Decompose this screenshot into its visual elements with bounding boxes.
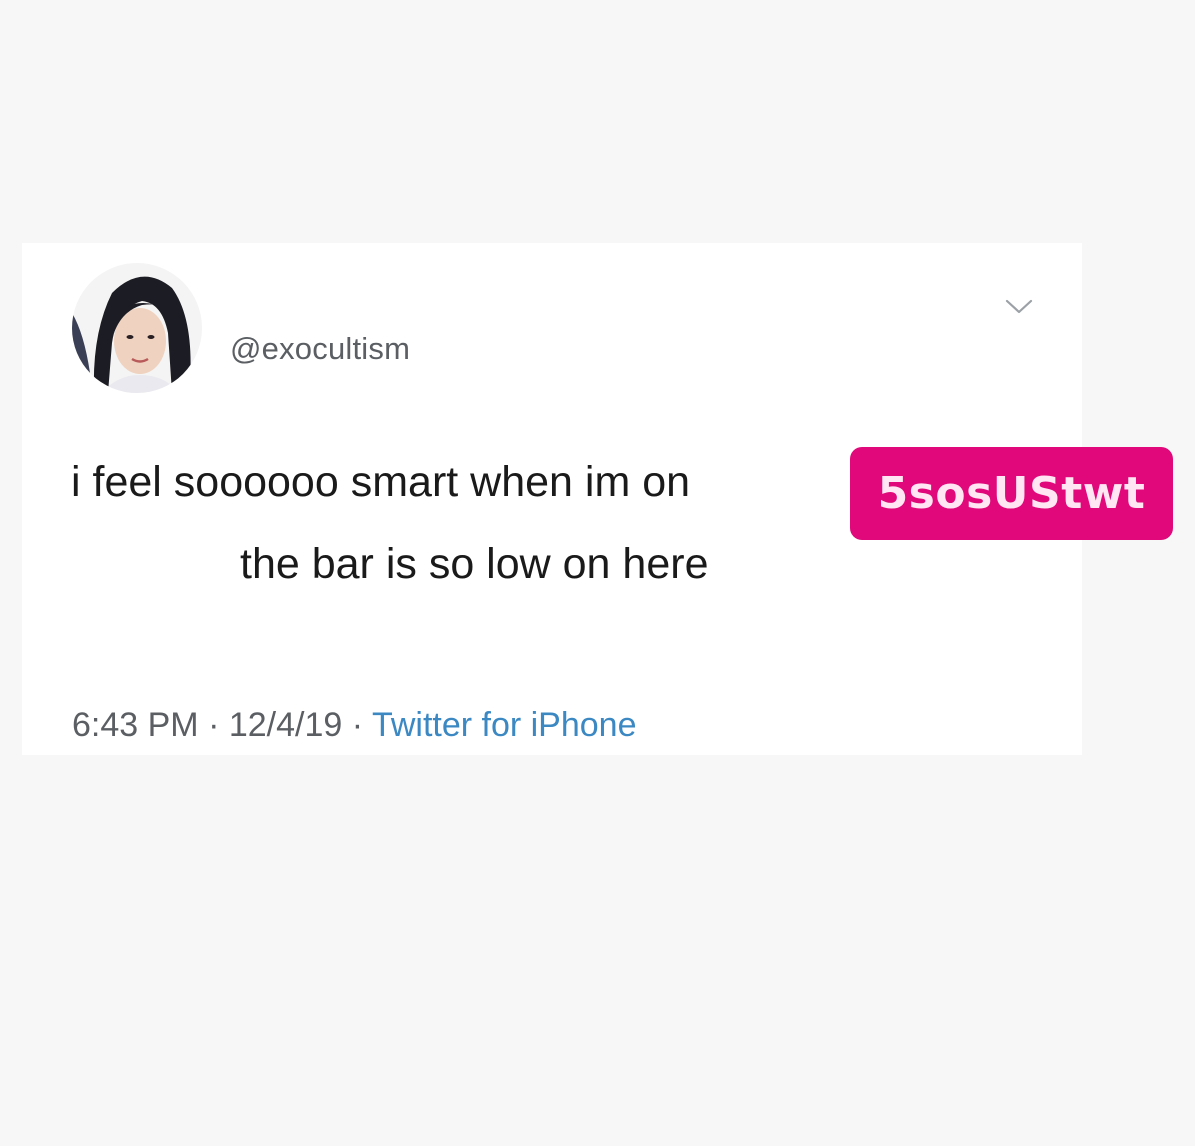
user-handle[interactable]: @exocultism (230, 331, 410, 367)
chevron-down-icon[interactable] (1004, 295, 1034, 317)
tweet-source-link[interactable]: Twitter for iPhone (372, 706, 637, 744)
watermark-sticker: 5sosUStwt (850, 447, 1173, 540)
tweet-meta: 6:43 PM · 12/4/19 · Twitter for iPhone (72, 706, 637, 745)
tweet-text-line-1: i feel soooooo smart when im on (71, 458, 691, 506)
meta-separator-2: · (351, 706, 364, 744)
avatar-image (72, 263, 202, 393)
meta-separator-1: · (208, 706, 220, 744)
tweet-time: 6:43 PM (72, 706, 199, 744)
avatar[interactable] (72, 263, 202, 393)
tweet-date[interactable]: 12/4/19 (229, 706, 342, 744)
tweet-text-line-2: the bar is so low on here (240, 540, 709, 588)
